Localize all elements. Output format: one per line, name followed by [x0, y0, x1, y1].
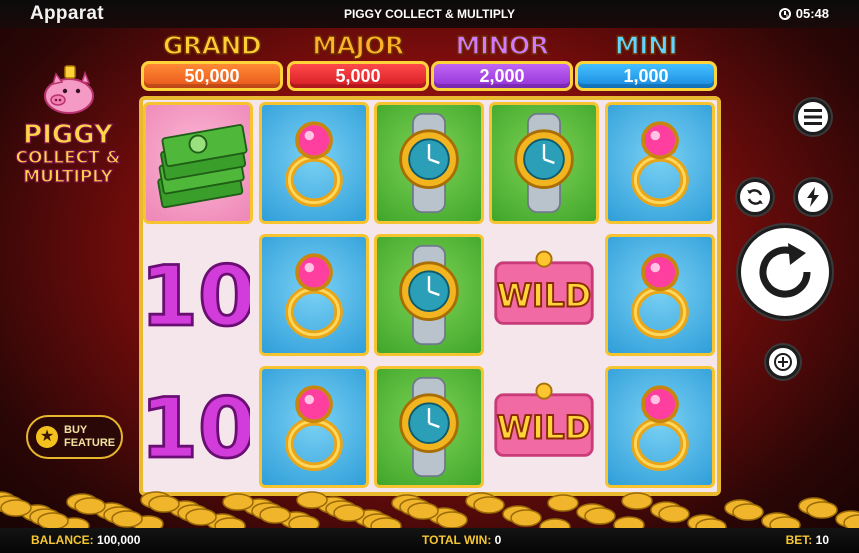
bet-display: BET: 10: [786, 533, 829, 547]
logo-line-3: MULTIPLY: [23, 167, 114, 187]
buy-feature-line-2: FEATURE: [64, 437, 116, 449]
lightning-icon: [807, 187, 819, 207]
gold-coins-decoration: [0, 491, 859, 530]
logo-line-1: PIGGY: [23, 120, 114, 150]
reel-cell: [143, 102, 253, 224]
total-win-display: TOTAL WIN: 0: [422, 533, 501, 547]
game-title: PIGGY COLLECT & MULTIPLY: [343, 7, 516, 21]
coin-icon: [37, 512, 69, 530]
jackpot-mini: MINI 1,000: [575, 30, 717, 93]
coin-icon: [148, 495, 180, 513]
balance-display: BALANCE: 100,000: [31, 533, 140, 547]
bet-value: 10: [815, 533, 829, 547]
coin-icon: [658, 505, 690, 523]
game-logo: PIGGY COLLECT & MULTIPLY: [8, 64, 128, 214]
turbo-button[interactable]: [795, 179, 831, 215]
clock-icon: [778, 7, 791, 20]
ring-icon: [631, 121, 689, 207]
reel-grid: 10 10 WILD WILD: [139, 96, 721, 496]
coin-icon: [259, 506, 291, 524]
jackpot-value: 50,000: [141, 61, 283, 91]
reel-cell: [489, 102, 599, 224]
jackpot-value: 2,000: [431, 61, 573, 91]
multiplier-icon: 10: [146, 379, 250, 479]
wild-symbol-icon: WILD: [494, 250, 594, 325]
star-icon: ★: [36, 426, 58, 448]
jackpot-name: MINOR: [455, 30, 550, 61]
ring-icon: [285, 385, 343, 471]
total-win-value: 0: [494, 533, 502, 547]
jackpot-minor: MINOR 2,000: [431, 30, 573, 93]
multiplier-icon: 10: [146, 247, 250, 347]
reel-cell: WILD: [489, 234, 599, 356]
balance-label: BALANCE:: [31, 533, 94, 547]
watch-icon: [514, 112, 574, 214]
coin-icon: [584, 507, 616, 525]
coin-icon: [473, 496, 505, 514]
top-bar: Apparat PIGGY COLLECT & MULTIPLY 05:48: [0, 0, 859, 28]
autoplay-icon: [747, 189, 763, 205]
jackpot-value: 5,000: [287, 61, 429, 91]
coin-stack-icon: [774, 353, 792, 371]
coin-icon: [547, 494, 579, 512]
coin-icon: [222, 493, 254, 511]
reel-cell: [259, 234, 369, 356]
ring-icon: [631, 253, 689, 339]
reel-cell: [605, 234, 715, 356]
jackpot-name: MINI: [614, 30, 678, 61]
jackpot-value: 1,000: [575, 61, 717, 91]
reel-cell: [374, 102, 484, 224]
logo-line-2: COLLECT &: [15, 148, 121, 168]
buy-feature-button[interactable]: ★ BUY FEATURE: [26, 415, 123, 459]
coin-icon: [732, 503, 764, 521]
reel-cell: [374, 234, 484, 356]
coin-icon: [510, 509, 542, 527]
spin-button[interactable]: [738, 225, 832, 319]
reel-cell: [605, 102, 715, 224]
jackpot-grand: GRAND 50,000: [141, 30, 283, 93]
balance-value: 100,000: [97, 533, 141, 547]
reel-cell: [259, 102, 369, 224]
buy-feature-line-1: BUY: [64, 424, 88, 436]
coin-icon: [806, 501, 838, 519]
jackpot-major: MAJOR 5,000: [287, 30, 429, 93]
jackpot-name: MAJOR: [311, 30, 405, 61]
clock: 05:48: [778, 6, 829, 21]
bet-label: BET:: [785, 533, 813, 547]
total-win-label: TOTAL WIN:: [422, 533, 492, 547]
watch-icon: [399, 376, 459, 478]
coin-icon: [74, 497, 106, 515]
ring-icon: [631, 385, 689, 471]
coin-icon: [185, 508, 217, 526]
coin-icon: [333, 504, 365, 522]
watch-icon: [399, 112, 459, 214]
ring-icon: [285, 121, 343, 207]
coin-icon: [621, 492, 653, 510]
cash-stack-icon: [157, 124, 248, 209]
watch-icon: [399, 244, 459, 346]
ring-icon: [285, 253, 343, 339]
wild-text: WILD: [497, 276, 592, 314]
jackpot-name: GRAND: [162, 30, 262, 61]
piggy-bank-icon: [44, 65, 94, 114]
status-bar: BALANCE: 100,000 TOTAL WIN: 0 BET: 10: [0, 528, 859, 553]
menu-icon: [804, 109, 822, 125]
clock-time: 05:48: [795, 6, 829, 21]
menu-button[interactable]: [795, 99, 831, 135]
coin-icon: [296, 491, 328, 509]
coin-icon: [407, 502, 439, 520]
multiplier-text: 10: [146, 248, 250, 345]
coin-icon: [0, 499, 32, 517]
reel-cell: 10: [143, 234, 253, 356]
bet-button[interactable]: [766, 345, 800, 379]
spin-icon: [759, 243, 811, 298]
autoplay-button[interactable]: [737, 179, 773, 215]
wild-symbol-icon: WILD: [494, 382, 594, 457]
coin-icon: [111, 510, 143, 528]
coin-icon: [436, 511, 468, 529]
multiplier-text: 10: [146, 380, 250, 477]
wild-text: WILD: [497, 408, 592, 446]
